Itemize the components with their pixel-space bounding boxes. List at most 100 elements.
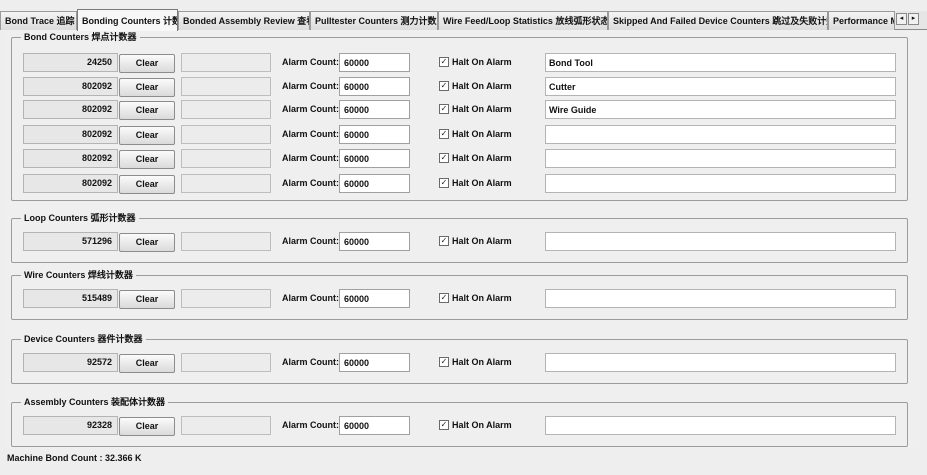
- device-counters-group: Device Counters 器件计数器 92572 Clear Alarm …: [11, 333, 909, 384]
- tool-name-input[interactable]: [545, 125, 896, 144]
- clear-button[interactable]: Clear: [119, 417, 175, 436]
- clear-button[interactable]: Clear: [119, 175, 175, 194]
- tool-name-input[interactable]: [545, 353, 896, 372]
- halt-on-alarm-checkbox[interactable]: ✓: [439, 420, 449, 430]
- tool-name-input[interactable]: [545, 232, 896, 251]
- alarm-count-input[interactable]: [339, 353, 410, 372]
- clear-button[interactable]: Clear: [119, 233, 175, 252]
- halt-on-alarm-label: Halt On Alarm: [452, 236, 512, 246]
- wire-counters-title: Wire Counters 焊线计数器: [21, 269, 136, 281]
- alarm-count-label: Alarm Count:: [282, 81, 339, 91]
- alarm-count-label: Alarm Count:: [282, 178, 339, 188]
- halt-on-alarm-label: Halt On Alarm: [452, 293, 512, 303]
- alarm-count-input[interactable]: [339, 416, 410, 435]
- alarm-count-input[interactable]: [339, 53, 410, 72]
- alarm-count-label: Alarm Count:: [282, 129, 339, 139]
- machine-bond-count-status: Machine Bond Count : 32.366 K: [7, 453, 142, 463]
- counter-value: 92328: [23, 416, 118, 435]
- alarm-count-input[interactable]: [339, 289, 410, 308]
- tool-name-input[interactable]: [545, 53, 896, 72]
- counter-value: 802092: [23, 125, 118, 144]
- clear-button[interactable]: Clear: [119, 78, 175, 97]
- clear-button[interactable]: Clear: [119, 290, 175, 309]
- counter-extra-box: [181, 77, 271, 96]
- tab-scroll-right-icon[interactable]: ▸: [908, 13, 919, 25]
- tab-bonded-assembly-review[interactable]: Bonded Assembly Review 查看: [178, 11, 310, 30]
- tab-skipped-failed-device-counters[interactable]: Skipped And Failed Device Counters 跳过及失败…: [608, 11, 828, 30]
- counter-value: 515489: [23, 289, 118, 308]
- counter-extra-box: [181, 125, 271, 144]
- halt-on-alarm-label: Halt On Alarm: [452, 81, 512, 91]
- alarm-count-label: Alarm Count:: [282, 293, 339, 303]
- alarm-count-input[interactable]: [339, 100, 410, 119]
- tool-name-input[interactable]: [545, 100, 896, 119]
- tab-wire-feed-loop-statistics[interactable]: Wire Feed/Loop Statistics 放线弧形状态: [438, 11, 608, 30]
- halt-on-alarm-checkbox[interactable]: ✓: [439, 178, 449, 188]
- counter-row: 802092 Clear Alarm Count: ✓ Halt On Alar…: [12, 149, 909, 169]
- counter-value: 802092: [23, 100, 118, 119]
- tool-name-input[interactable]: [545, 416, 896, 435]
- counter-row: 802092 Clear Alarm Count: ✓ Halt On Alar…: [12, 77, 909, 97]
- assembly-counters-title: Assembly Counters 装配体计数器: [21, 396, 169, 408]
- clear-button[interactable]: Clear: [119, 54, 175, 73]
- clear-button[interactable]: Clear: [119, 126, 175, 145]
- alarm-count-input[interactable]: [339, 77, 410, 96]
- alarm-count-input[interactable]: [339, 149, 410, 168]
- loop-counters-title: Loop Counters 弧形计数器: [21, 212, 139, 224]
- alarm-count-label: Alarm Count:: [282, 236, 339, 246]
- halt-on-alarm-label: Halt On Alarm: [452, 153, 512, 163]
- counter-extra-box: [181, 174, 271, 193]
- alarm-count-input[interactable]: [339, 232, 410, 251]
- halt-on-alarm-checkbox[interactable]: ✓: [439, 357, 449, 367]
- counter-extra-box: [181, 353, 271, 372]
- halt-on-alarm-checkbox[interactable]: ✓: [439, 104, 449, 114]
- halt-on-alarm-checkbox[interactable]: ✓: [439, 81, 449, 91]
- counter-value: 24250: [23, 53, 118, 72]
- counter-value: 802092: [23, 77, 118, 96]
- alarm-count-label: Alarm Count:: [282, 420, 339, 430]
- alarm-count-label: Alarm Count:: [282, 357, 339, 367]
- halt-on-alarm-label: Halt On Alarm: [452, 57, 512, 67]
- tool-name-input[interactable]: [545, 149, 896, 168]
- counter-row: 92572 Clear Alarm Count: ✓ Halt On Alarm: [12, 353, 909, 373]
- counter-row: 802092 Clear Alarm Count: ✓ Halt On Alar…: [12, 100, 909, 120]
- clear-button[interactable]: Clear: [119, 354, 175, 373]
- tool-name-input[interactable]: [545, 77, 896, 96]
- halt-on-alarm-checkbox[interactable]: ✓: [439, 153, 449, 163]
- bond-counters-group: Bond Counters 焊点计数器 24250 Clear Alarm Co…: [11, 31, 909, 201]
- clear-button[interactable]: Clear: [119, 101, 175, 120]
- tab-scroll-left-icon[interactable]: ◂: [896, 13, 907, 25]
- counter-extra-box: [181, 232, 271, 251]
- device-counters-title: Device Counters 器件计数器: [21, 333, 146, 345]
- counter-value: 92572: [23, 353, 118, 372]
- counter-extra-box: [181, 149, 271, 168]
- halt-on-alarm-label: Halt On Alarm: [452, 104, 512, 114]
- tab-pulltester-counters[interactable]: Pulltester Counters 测力计数: [310, 11, 438, 30]
- loop-counters-group: Loop Counters 弧形计数器 571296 Clear Alarm C…: [11, 212, 909, 263]
- alarm-count-input[interactable]: [339, 125, 410, 144]
- counter-row: 802092 Clear Alarm Count: ✓ Halt On Alar…: [12, 125, 909, 145]
- counter-extra-box: [181, 53, 271, 72]
- tool-name-input[interactable]: [545, 289, 896, 308]
- counter-value: 802092: [23, 149, 118, 168]
- counter-extra-box: [181, 100, 271, 119]
- alarm-count-label: Alarm Count:: [282, 153, 339, 163]
- counter-row: 571296 Clear Alarm Count: ✓ Halt On Alar…: [12, 232, 909, 252]
- alarm-count-label: Alarm Count:: [282, 104, 339, 114]
- halt-on-alarm-checkbox[interactable]: ✓: [439, 236, 449, 246]
- alarm-count-input[interactable]: [339, 174, 410, 193]
- counter-value: 802092: [23, 174, 118, 193]
- clear-button[interactable]: Clear: [119, 150, 175, 169]
- tab-performance[interactable]: Performance M: [828, 11, 895, 30]
- tab-bar: Bond Trace 追踪 Bonding Counters 计数 Bonded…: [0, 9, 927, 31]
- tab-bonding-counters[interactable]: Bonding Counters 计数: [77, 9, 178, 31]
- halt-on-alarm-checkbox[interactable]: ✓: [439, 57, 449, 67]
- wire-counters-group: Wire Counters 焊线计数器 515489 Clear Alarm C…: [11, 269, 909, 320]
- counter-extra-box: [181, 289, 271, 308]
- tab-bond-trace[interactable]: Bond Trace 追踪: [0, 11, 77, 30]
- halt-on-alarm-checkbox[interactable]: ✓: [439, 129, 449, 139]
- assembly-counters-group: Assembly Counters 装配体计数器 92328 Clear Ala…: [11, 396, 908, 447]
- tool-name-input[interactable]: [545, 174, 896, 193]
- counter-row: 515489 Clear Alarm Count: ✓ Halt On Alar…: [12, 289, 909, 309]
- halt-on-alarm-checkbox[interactable]: ✓: [439, 293, 449, 303]
